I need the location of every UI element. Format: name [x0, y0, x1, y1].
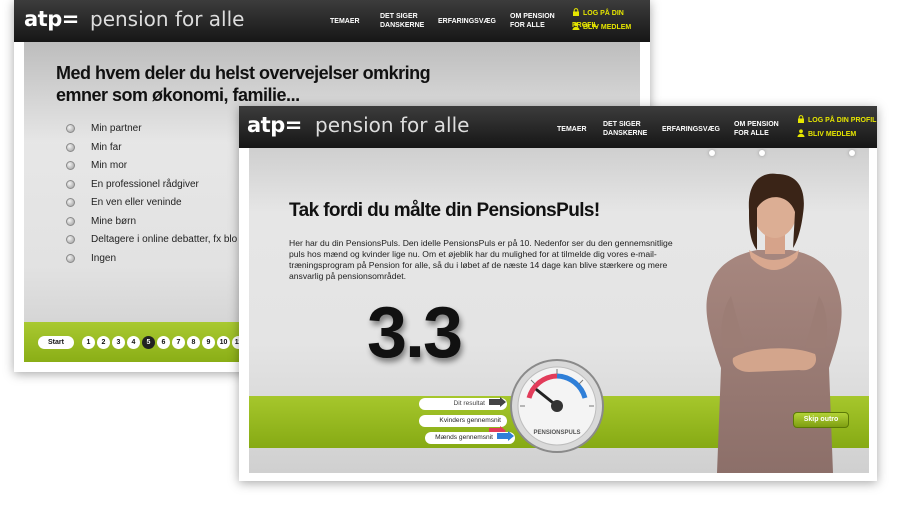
- arrow-right-icon: [497, 431, 514, 441]
- thank-you-heading: Tak fordi du målte din PensionsPuls!: [289, 200, 600, 221]
- start-button[interactable]: Start: [38, 336, 74, 349]
- answer-label: Min far: [91, 141, 122, 153]
- radio-button[interactable]: [66, 235, 75, 244]
- nav-item-det-siger-danskerne[interactable]: DET SIGER DANSKERNE: [380, 12, 424, 30]
- answer-label: Ingen: [91, 252, 117, 264]
- step-5-current[interactable]: 5: [142, 336, 155, 349]
- nav-item-om-pension[interactable]: OM PENSION FOR ALLE: [734, 120, 779, 138]
- gauge-label: PENSIONSPULS: [533, 430, 580, 436]
- nav-item-erfaringsvaeg[interactable]: ERFARINGSVÆG: [662, 125, 720, 134]
- step-3[interactable]: 3: [112, 336, 125, 349]
- nav-item-erfaringsvaeg[interactable]: ERFARINGSVÆG: [438, 17, 496, 26]
- radio-button[interactable]: [66, 253, 75, 263]
- step-2[interactable]: 2: [97, 336, 110, 349]
- step-7[interactable]: 7: [172, 336, 185, 349]
- legend-label: Dit resultat: [453, 400, 485, 407]
- arrow-right-icon: [489, 397, 506, 407]
- atp-logo[interactable]: atp=: [247, 113, 302, 137]
- radio-button[interactable]: [66, 216, 75, 226]
- legend-label: Kvinders gennemsnit: [439, 417, 501, 424]
- become-member-link[interactable]: BLIV MEDLEM: [572, 22, 631, 34]
- tagline: pension for alle: [315, 113, 470, 137]
- step-10[interactable]: 10: [217, 336, 230, 349]
- front-window: atp= pension for alle TEMAER DET SIGER D…: [239, 106, 877, 481]
- skip-outro-button[interactable]: Skip outro: [793, 412, 849, 428]
- answer-label: Deltagere i online debatter, fx blo: [91, 234, 238, 245]
- become-member-link[interactable]: BLIV MEDLEM: [797, 129, 856, 141]
- login-link[interactable]: LOG PÅ DIN PROFIL: [797, 115, 876, 127]
- radio-button[interactable]: [66, 142, 75, 152]
- legend-women-average: Kvinders gennemsnit: [419, 415, 507, 436]
- nav-item-temaer[interactable]: TEMAER: [557, 125, 587, 134]
- nav-item-temaer[interactable]: TEMAER: [330, 17, 360, 26]
- radio-button[interactable]: [66, 198, 75, 207]
- result-description: Her har du din PensionsPuls. Den idelle …: [289, 238, 673, 281]
- nav-item-om-pension[interactable]: OM PENSION FOR ALLE: [510, 12, 555, 30]
- pension-pulse-score: 3.3: [367, 293, 463, 373]
- answer-label: Mine børn: [91, 215, 137, 227]
- lock-icon: [798, 115, 804, 123]
- answer-option[interactable]: Ingen: [56, 252, 237, 271]
- step-6[interactable]: 6: [157, 336, 170, 349]
- login-label: LOG PÅ DIN PROFIL: [808, 117, 877, 124]
- answer-options: Min partner Min far Min mor En professio…: [56, 122, 237, 270]
- answer-label: Min partner: [91, 123, 142, 134]
- step-4[interactable]: 4: [127, 336, 140, 349]
- user-icon: [572, 22, 580, 30]
- step-8[interactable]: 8: [187, 336, 200, 349]
- answer-label: En professionel rådgiver: [91, 178, 199, 190]
- radio-button[interactable]: [66, 179, 75, 189]
- legend-men-average: Mænds gennemsnit: [425, 431, 515, 444]
- tagline: pension for alle: [90, 7, 245, 31]
- screenshot-collage: atp= pension for alle TEMAER DET SIGER D…: [0, 0, 900, 508]
- answer-option[interactable]: En ven eller veninde: [56, 196, 237, 215]
- top-nav: atp= pension for alle TEMAER DET SIGER D…: [239, 106, 877, 148]
- become-member-label: BLIV MEDLEM: [583, 24, 632, 31]
- answer-option[interactable]: Min partner: [56, 122, 237, 141]
- answer-option[interactable]: Mine børn: [56, 215, 237, 234]
- ceiling-light: [709, 150, 715, 156]
- answer-option[interactable]: Min far: [56, 141, 237, 160]
- radio-button[interactable]: [66, 161, 75, 170]
- legend-your-result: Dit resultat: [419, 397, 507, 410]
- ceiling-light: [759, 150, 765, 156]
- legend-label: Mænds gennemsnit: [435, 434, 493, 441]
- lock-icon: [573, 8, 579, 16]
- ceiling-light: [849, 150, 855, 156]
- survey-question: Med hvem deler du helst overvejelser omk…: [56, 63, 431, 105]
- step-9[interactable]: 9: [202, 336, 215, 349]
- top-nav: atp= pension for alle TEMAER DET SIGER D…: [14, 0, 650, 42]
- step-1[interactable]: 1: [82, 336, 95, 349]
- answer-label: Min mor: [91, 160, 128, 171]
- nav-item-det-siger-danskerne[interactable]: DET SIGER DANSKERNE: [603, 120, 647, 138]
- pensionspuls-gauge: PENSIONSPULS: [510, 359, 604, 453]
- become-member-label: BLIV MEDLEM: [808, 131, 857, 138]
- user-icon: [797, 129, 805, 137]
- answer-option[interactable]: Min mor: [56, 159, 237, 178]
- answer-option[interactable]: En professionel rådgiver: [56, 178, 237, 197]
- radio-button[interactable]: [66, 124, 75, 133]
- answer-label: En ven eller veninde: [91, 197, 182, 208]
- answer-option[interactable]: Deltagere i online debatter, fx blo: [56, 233, 237, 252]
- atp-logo[interactable]: atp=: [24, 7, 79, 31]
